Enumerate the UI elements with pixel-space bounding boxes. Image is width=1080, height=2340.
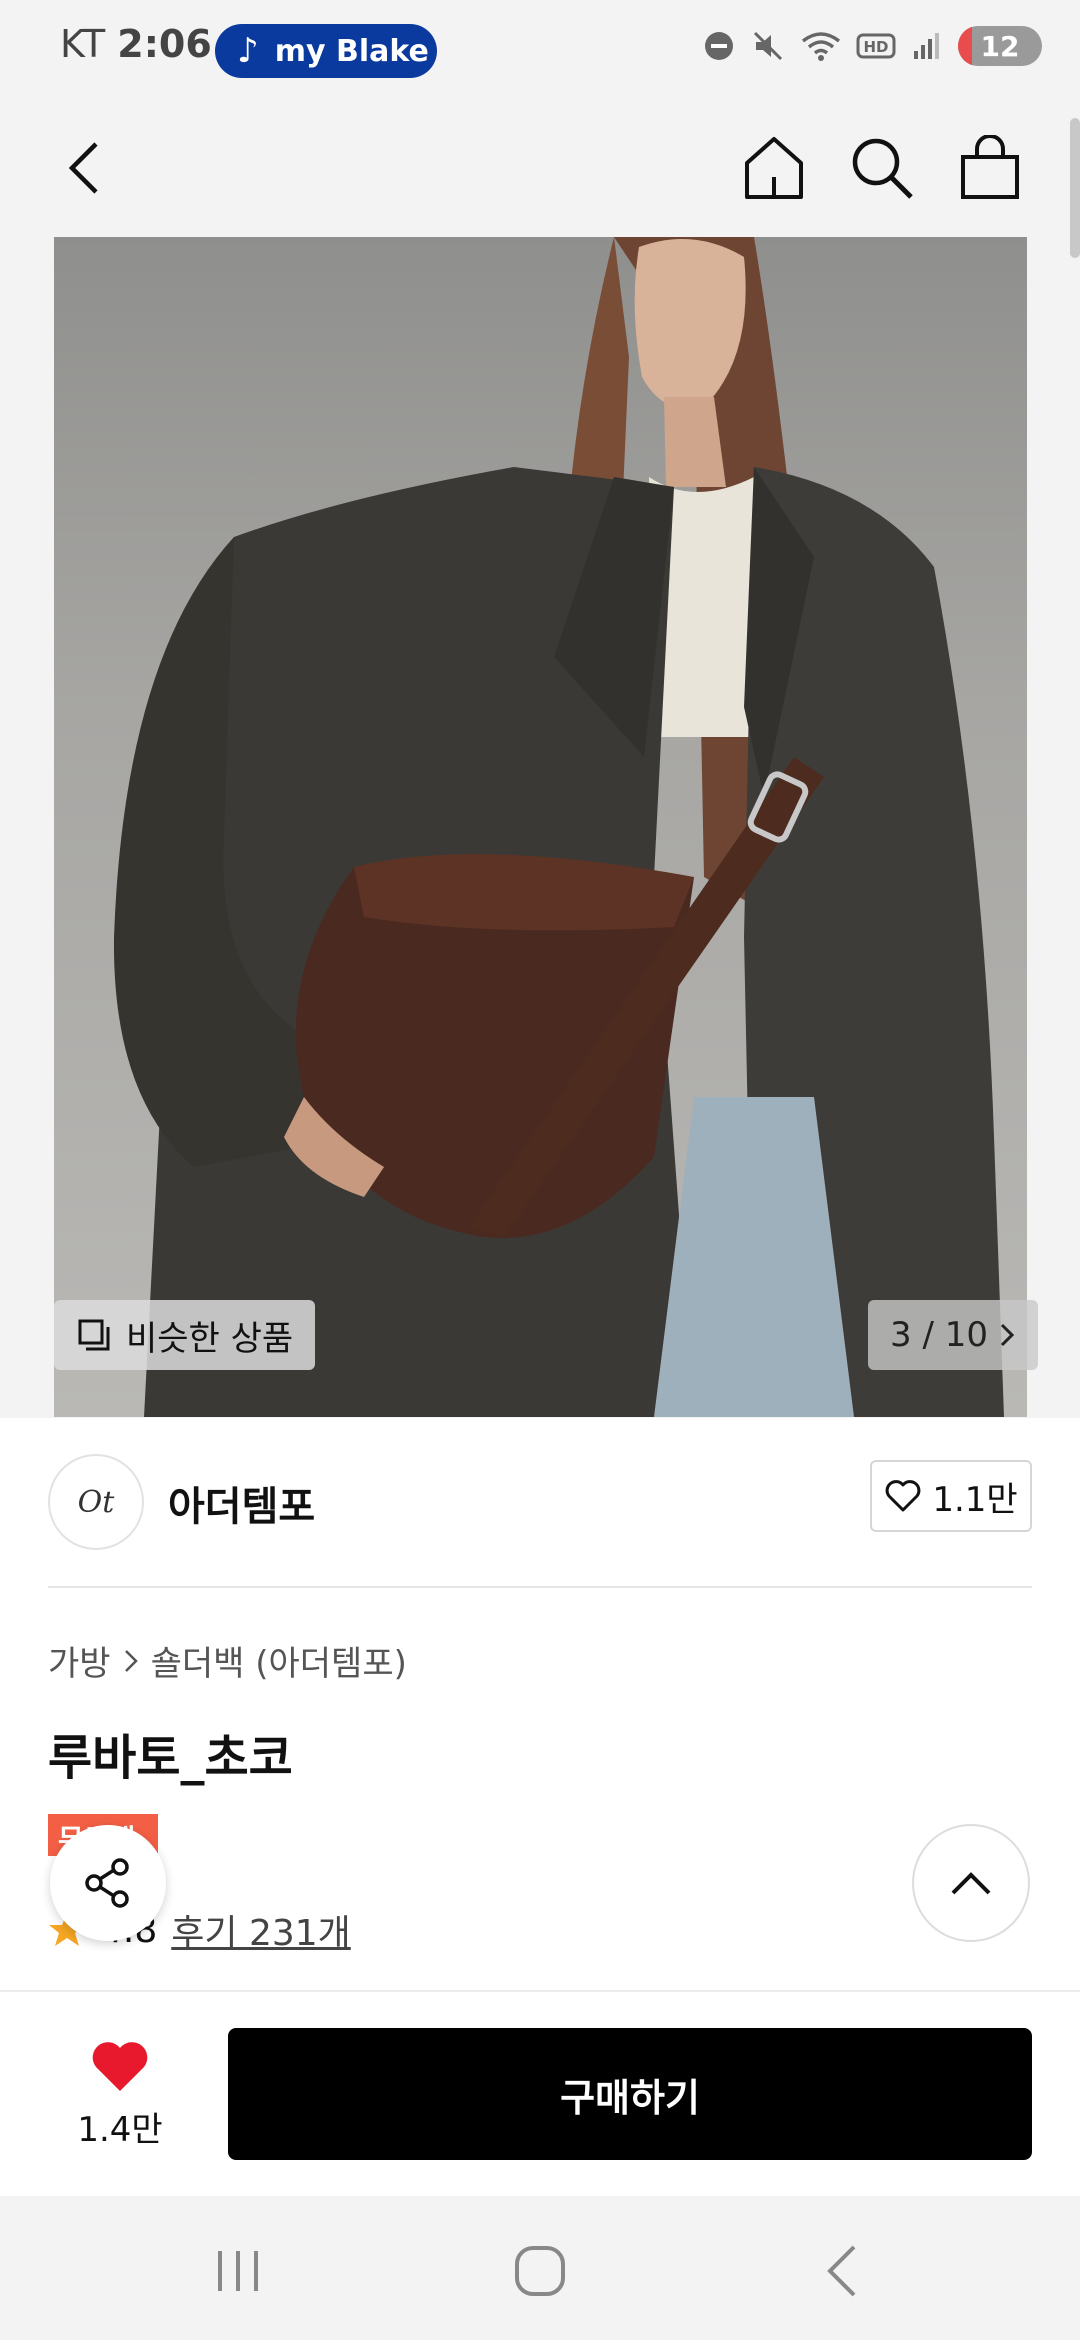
- signal-icon: [914, 33, 939, 59]
- back-system-button[interactable]: [802, 2236, 882, 2306]
- top-navigation: [0, 100, 1080, 236]
- recent-apps-button[interactable]: [198, 2236, 278, 2306]
- brand-name[interactable]: 아더템포: [168, 1474, 315, 1532]
- mute-icon: [753, 31, 783, 61]
- share-button[interactable]: [50, 1825, 166, 1941]
- similar-products-icon: [78, 1319, 110, 1351]
- buy-button[interactable]: 구매하기: [228, 2028, 1032, 2160]
- product-title: 루바토_초코: [48, 1730, 293, 1786]
- chevron-left-icon: [68, 142, 98, 194]
- carrier-label: KT: [60, 22, 106, 66]
- heart-outline-icon: [885, 1480, 921, 1512]
- scrollbar[interactable]: [1070, 118, 1080, 258]
- now-playing-chip[interactable]: ♪ my Blake: [215, 24, 437, 78]
- similar-products-button[interactable]: 비슷한 상품: [54, 1300, 316, 1370]
- image-page-counter[interactable]: 3 / 10: [868, 1300, 1038, 1370]
- breadcrumb-category[interactable]: 가방: [48, 1636, 111, 1685]
- page-counter-label: 3 / 10: [890, 1315, 988, 1355]
- search-icon: [852, 138, 913, 199]
- review-link[interactable]: 후기 231개: [171, 1904, 351, 1956]
- battery-indicator: 12: [958, 26, 1042, 66]
- home-system-button[interactable]: [500, 2236, 580, 2306]
- chevron-right-icon: [1000, 1323, 1015, 1347]
- music-note-icon: ♪: [237, 31, 259, 71]
- status-bar: KT 2:06 ♪ my Blake HD 12: [0, 0, 1080, 100]
- wifi-icon: [801, 32, 841, 61]
- chevron-up-icon: [951, 1872, 991, 1895]
- home-circle-icon: [515, 2246, 565, 2296]
- search-button[interactable]: [844, 130, 920, 206]
- now-playing-label: my Blake: [274, 33, 429, 69]
- battery-level: 12: [980, 29, 1020, 63]
- share-icon: [85, 1858, 129, 1908]
- scroll-to-top-button[interactable]: [912, 1824, 1030, 1942]
- wishlist-button[interactable]: 1.4만: [58, 2038, 182, 2151]
- clock: 2:06: [117, 22, 212, 66]
- heart-filled-icon: [92, 2042, 148, 2091]
- purchase-bar: 1.4만 구매하기: [0, 1990, 1080, 2196]
- hd-voice-icon: HD: [856, 33, 896, 59]
- home-button[interactable]: [736, 130, 812, 206]
- product-photo: [113, 237, 1004, 1417]
- breadcrumb-subcategory[interactable]: 숄더백 (아더템포): [151, 1636, 407, 1685]
- back-button[interactable]: [46, 130, 122, 206]
- status-carrier-time: KT 2:06: [60, 22, 212, 66]
- brand-logo[interactable]: Ot: [48, 1454, 144, 1550]
- home-icon: [745, 137, 803, 199]
- brand-like-count: 1.1만: [932, 1479, 1018, 1520]
- wishlist-count: 1.4만: [77, 2110, 163, 2150]
- brand-like-button[interactable]: 1.1만: [870, 1460, 1032, 1532]
- chevron-right-icon: [124, 1649, 138, 1672]
- svg-text:HD: HD: [863, 38, 888, 56]
- status-icons: HD 12: [702, 26, 1042, 66]
- cart-button[interactable]: [952, 130, 1028, 206]
- recent-apps-icon: [218, 2251, 258, 2291]
- back-chevron-icon: [827, 2245, 856, 2297]
- breadcrumb: 가방 숄더백 (아더템포): [48, 1636, 407, 1685]
- similar-products-label: 비슷한 상품: [126, 1318, 294, 1359]
- product-image[interactable]: [54, 237, 1027, 1417]
- system-navigation-bar: [0, 2196, 1080, 2340]
- shopping-bag-icon: [961, 135, 1019, 199]
- do-not-disturb-icon: [705, 32, 733, 60]
- divider: [48, 1586, 1032, 1588]
